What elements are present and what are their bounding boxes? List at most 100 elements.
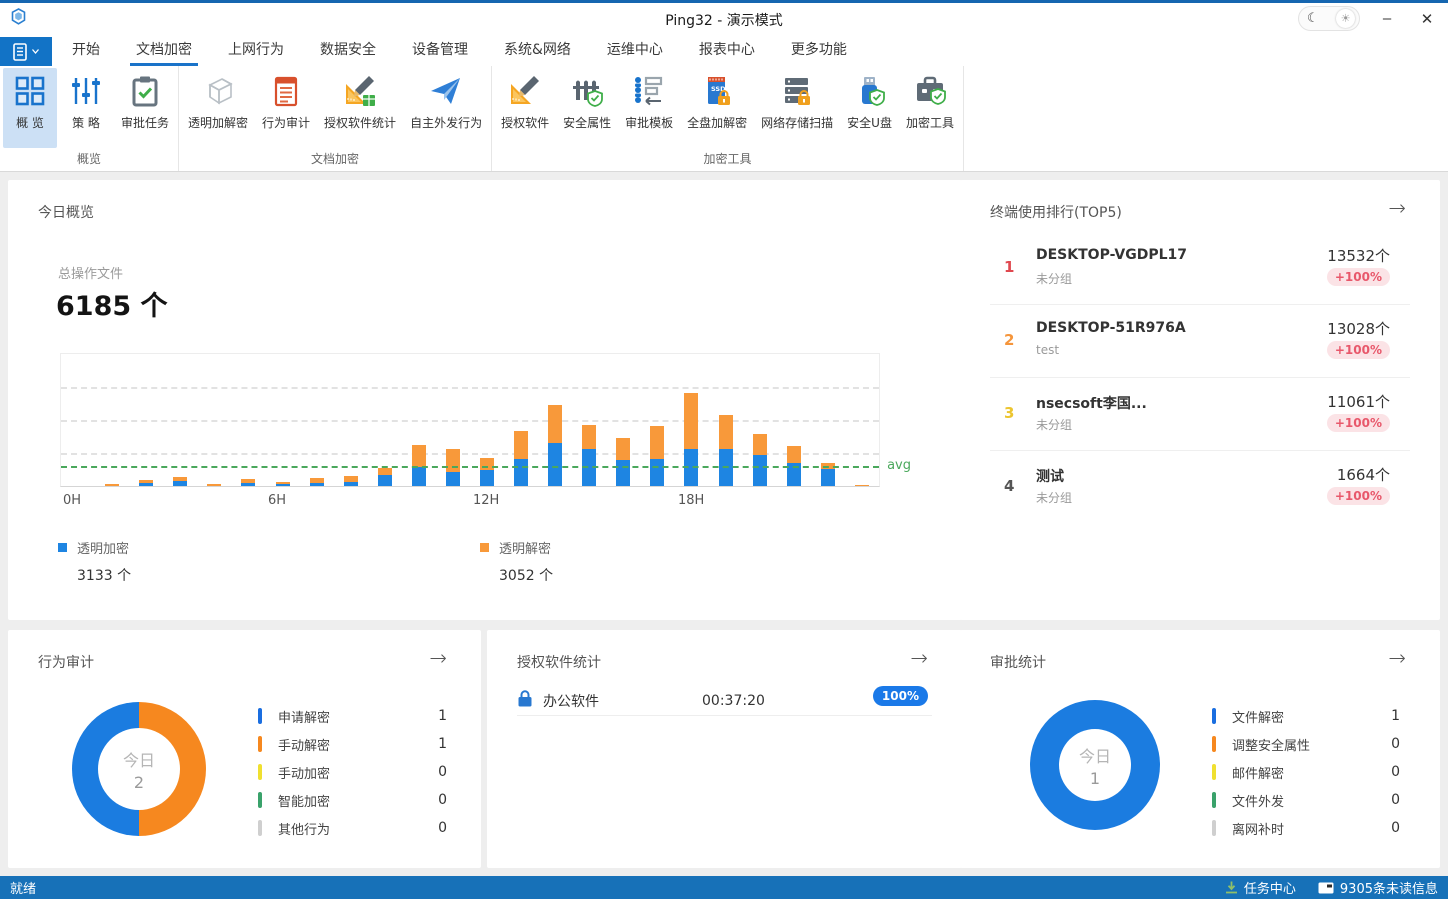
x-tick-6H: 6H (268, 493, 286, 508)
app-menu-button[interactable] (0, 37, 52, 66)
ribbon-button-label: 审批模板 (625, 114, 673, 131)
ranking-row-2[interactable]: 2DESKTOP-51R976Atest13028个+100% (990, 305, 1410, 378)
ribbon-button-label: 审批任务 (121, 114, 169, 131)
hourly-bar-chart: avg (60, 353, 880, 487)
legend-申请解密: 申请解密1 (258, 702, 447, 730)
paper-plane-icon (429, 74, 463, 108)
server-lock-icon (780, 74, 814, 108)
card-title: 终端使用排行(TOP5) (990, 202, 1122, 222)
briefcase-shield-icon (913, 74, 947, 108)
titlebar: Ping32 - 演示模式 ☾ ☀ – ✕ (0, 3, 1448, 36)
card-title: 审批统计 (990, 652, 1046, 672)
bar-hour-12H (470, 458, 504, 486)
arrow-right-icon[interactable]: → (1388, 648, 1406, 669)
bar-hour-7H (300, 478, 334, 486)
bar-hour-20H (743, 434, 777, 486)
tab-文档加密[interactable]: 文档加密 (124, 34, 204, 66)
ribbon-button-行为审计[interactable]: 行为审计 (256, 68, 316, 148)
x-axis-labels: 0H6H12H18H (60, 493, 880, 509)
ranking-row-3[interactable]: 3nsecsoft李国...未分组11061个+100% (990, 378, 1410, 451)
ribbon-button-审批任务[interactable]: 审批任务 (115, 68, 175, 148)
ribbon-button-安全U盘[interactable]: 安全U盘 (841, 68, 898, 148)
ribbon-button-策略[interactable]: 策 略 (59, 68, 113, 148)
tab-上网行为[interactable]: 上网行为 (216, 34, 296, 66)
legend-调整安全属性: 调整安全属性0 (1212, 730, 1400, 758)
bar-hour-16H (606, 438, 640, 486)
ribbon-button-透明加解密[interactable]: 透明加解密 (182, 68, 254, 148)
bar-hour-3H (163, 477, 197, 486)
overview-grid-icon (13, 74, 47, 108)
ribbon-button-label: 安全U盘 (847, 114, 892, 131)
ribbon-button-授权软件[interactable]: 授权软件 (495, 68, 555, 148)
ribbon-button-自主外发行为[interactable]: 自主外发行为 (404, 68, 488, 148)
arrow-right-icon[interactable]: → (910, 648, 928, 669)
tab-数据安全[interactable]: 数据安全 (308, 34, 388, 66)
tab-更多功能[interactable]: 更多功能 (779, 34, 859, 66)
legend-智能加密: 智能加密0 (258, 786, 447, 814)
ribbon-button-概览[interactable]: 概 览 (3, 68, 57, 148)
legend-透明解密: 透明解密3052 个 (480, 538, 902, 585)
tab-设备管理[interactable]: 设备管理 (400, 34, 480, 66)
tab-系统&网络[interactable]: 系统&网络 (492, 34, 583, 66)
close-button[interactable]: ✕ (1414, 10, 1440, 28)
ribbon-button-加密工具[interactable]: 加密工具 (900, 68, 960, 148)
window-title: Ping32 - 演示模式 (0, 10, 1448, 30)
ribbon-button-审批模板[interactable]: 审批模板 (619, 68, 679, 148)
ribbon-button-网络存储扫描[interactable]: 网络存储扫描 (755, 68, 839, 148)
card-authorized-software: 授权软件统计 → 办公软件00:37:20100% (487, 630, 962, 868)
bar-hour-4H (197, 484, 231, 486)
lock-icon (517, 690, 533, 711)
bar-hour-14H (538, 405, 572, 486)
legend-文件解密: 文件解密1 (1212, 702, 1400, 730)
ribbon-group-label: 概览 (2, 148, 176, 173)
approval-stats-legend: 文件解密1调整安全属性0邮件解密0文件外发0离网补时0 (1212, 702, 1400, 842)
tab-报表中心[interactable]: 报表中心 (687, 34, 767, 66)
approve-template-icon (632, 74, 666, 108)
bar-hour-6H (265, 482, 299, 486)
tab-list: 开始文档加密上网行为数据安全设备管理系统&网络运维中心报表中心更多功能 (60, 34, 871, 66)
bar-hour-5H (231, 479, 265, 486)
ranking-row-4[interactable]: 4测试未分组1664个+100% (990, 451, 1410, 524)
legend-其他行为: 其他行为0 (258, 814, 447, 842)
ruler-pencil-icon (508, 74, 542, 108)
bar-hour-17H (640, 426, 674, 486)
ribbon-toolbar: 概 览策 略审批任务概览透明加解密行为审计授权软件统计自主外发行为文档加密授权软… (0, 66, 1448, 172)
legend-离网补时: 离网补时0 (1212, 814, 1400, 842)
ribbon-button-label: 网络存储扫描 (761, 114, 833, 131)
ranking-row-1[interactable]: 1DESKTOP-VGDPL17未分组13532个+100% (990, 232, 1410, 305)
ribbon-button-全盘加解密[interactable]: SSD全盘加解密 (681, 68, 753, 148)
tab-开始[interactable]: 开始 (60, 34, 112, 66)
ssd-lock-icon: SSD (700, 74, 734, 108)
software-row-办公软件[interactable]: 办公软件00:37:20100% (517, 686, 932, 716)
ruler-pencil-table-icon (343, 74, 377, 108)
cube-icon (201, 74, 235, 108)
clipboard-check-icon (128, 74, 162, 108)
avg-line: avg (61, 466, 879, 468)
avg-label: avg (887, 458, 911, 473)
ribbon-button-授权软件统计[interactable]: 授权软件统计 (318, 68, 402, 148)
card-approval-stats: 审批统计 → 今日 1 文件解密1调整安全属性0邮件解密0文件外发0离网补时0 (960, 630, 1440, 868)
policy-sliders-icon (69, 74, 103, 108)
x-tick-12H: 12H (473, 493, 499, 508)
ribbon-button-label: 授权软件 (501, 114, 549, 131)
ribbon-button-label: 透明加解密 (188, 114, 248, 131)
metric-label: 总操作文件 (58, 263, 123, 282)
ranking-list: 1DESKTOP-VGDPL17未分组13532个+100%2DESKTOP-5… (990, 232, 1410, 524)
minimize-button[interactable]: – (1374, 10, 1400, 27)
usb-shield-icon (853, 74, 887, 108)
bar-hour-1H (95, 484, 129, 486)
bar-hour-23H (845, 485, 879, 486)
card-today-overview: 今日概览 总操作文件 6185 个 avg 0H6H12H18H 透明加密313… (8, 180, 962, 620)
theme-toggle[interactable]: ☾ ☀ (1298, 6, 1360, 31)
ribbon-button-label: 加密工具 (906, 114, 954, 131)
ribbon-button-label: 自主外发行为 (410, 114, 482, 131)
arrow-right-icon[interactable]: → (429, 648, 447, 669)
tab-运维中心[interactable]: 运维中心 (595, 34, 675, 66)
unread-messages-button[interactable]: 9305条未读信息 (1318, 878, 1438, 897)
ribbon-button-安全属性[interactable]: 安全属性 (557, 68, 617, 148)
task-center-button[interactable]: 任务中心 (1225, 878, 1296, 897)
arrow-right-icon[interactable]: → (1388, 198, 1406, 219)
card-behavior-audit: 行为审计 → 今日 2 申请解密1手动解密1手动加密0智能加密0其他行为0 (8, 630, 481, 868)
legend-邮件解密: 邮件解密0 (1212, 758, 1400, 786)
ribbon-group-加密工具: 授权软件安全属性审批模板SSD全盘加解密网络存储扫描安全U盘加密工具加密工具 (492, 66, 964, 171)
